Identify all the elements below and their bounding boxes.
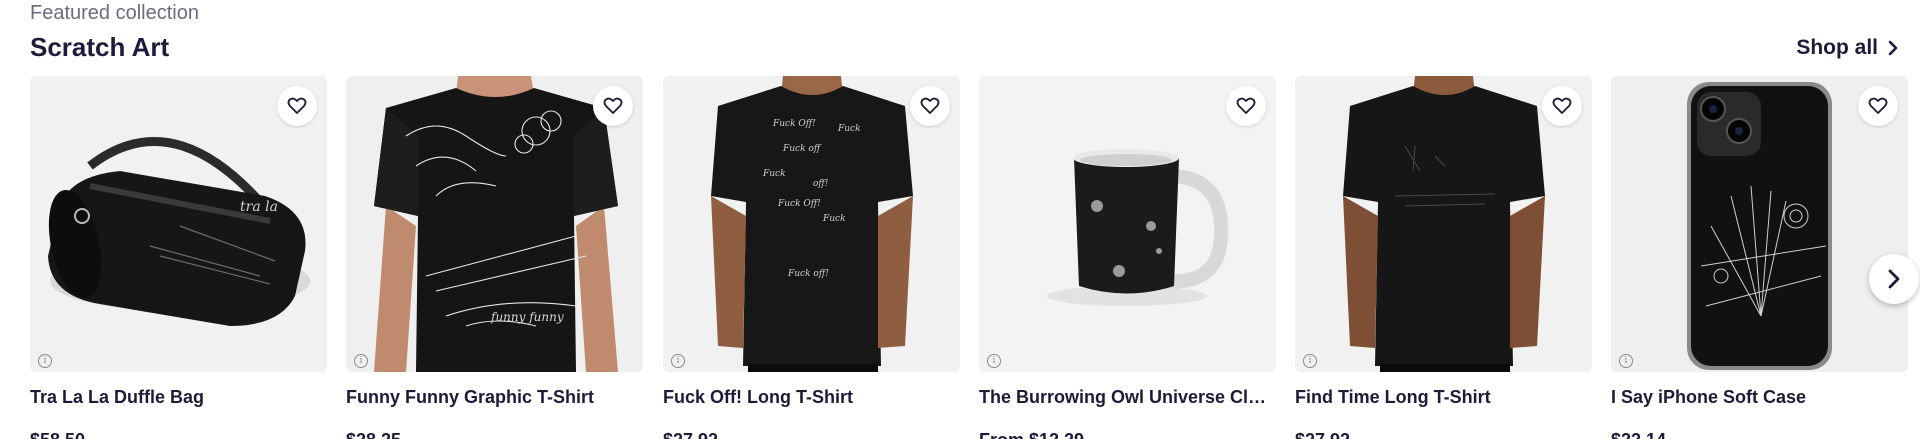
favorite-button[interactable]: [1226, 86, 1266, 126]
svg-text:off!: off!: [813, 179, 829, 189]
heart-icon: [1868, 97, 1888, 114]
product-name[interactable]: Fuck Off! Long T-Shirt: [663, 387, 960, 408]
favorite-button[interactable]: [1858, 86, 1898, 126]
product-name[interactable]: Tra La La Duffle Bag: [30, 387, 327, 408]
product-carousel: tra la i Tra La La Duffle Bag $58.50: [30, 76, 1920, 439]
info-icon[interactable]: i: [671, 354, 685, 368]
heart-icon: [920, 97, 940, 114]
product-price: $27.92: [1295, 430, 1350, 439]
featured-collection-eyebrow: Featured collection: [30, 2, 199, 24]
product-image[interactable]: funny funny i: [346, 76, 643, 372]
product-image[interactable]: i: [1295, 76, 1592, 372]
heart-icon: [287, 97, 307, 114]
shop-all-label: Shop all: [1796, 36, 1878, 59]
svg-text:funny funny: funny funny: [490, 310, 564, 324]
svg-text:Fuck Off!: Fuck Off!: [772, 119, 816, 129]
product-name[interactable]: I Say iPhone Soft Case: [1611, 387, 1908, 408]
info-icon[interactable]: i: [1303, 354, 1317, 368]
product-price: $22.14: [1611, 430, 1666, 439]
product-image[interactable]: tra la i: [30, 76, 327, 372]
heart-icon: [603, 97, 623, 114]
product-price: From $12.29: [979, 430, 1084, 439]
product-price: $58.50: [30, 430, 85, 439]
favorite-button[interactable]: [1542, 86, 1582, 126]
product-card[interactable]: i Find Time Long T-Shirt $27.92: [1295, 76, 1592, 439]
product-price: $27.92: [663, 430, 718, 439]
product-card[interactable]: i The Burrowing Owl Universe Clas... Fro…: [979, 76, 1276, 439]
product-image[interactable]: Fuck Off! Fuck Fuck off Fuck off! Fuck Off!…: [663, 76, 960, 372]
svg-text:tra la: tra la: [240, 199, 278, 215]
heart-icon: [1236, 97, 1256, 114]
product-card[interactable]: i I Say iPhone Soft Case $22.14: [1611, 76, 1908, 439]
svg-text:Fuck: Fuck: [822, 214, 846, 224]
svg-text:Fuck off: Fuck off: [782, 144, 822, 154]
product-price: $28.25: [346, 430, 401, 439]
info-icon[interactable]: i: [354, 354, 368, 368]
info-icon[interactable]: i: [1619, 354, 1633, 368]
favorite-button[interactable]: [593, 86, 633, 126]
info-icon[interactable]: i: [38, 354, 52, 368]
info-icon[interactable]: i: [987, 354, 1001, 368]
favorite-button[interactable]: [910, 86, 950, 126]
svg-text:Fuck: Fuck: [762, 169, 786, 179]
chevron-right-icon: [1888, 269, 1900, 289]
product-card[interactable]: Fuck Off! Fuck Fuck off Fuck off! Fuck Off!…: [663, 76, 960, 439]
product-card[interactable]: funny funny i Funny Funny Graphic T-Shir…: [346, 76, 643, 439]
product-image[interactable]: i: [1611, 76, 1908, 372]
product-name[interactable]: Find Time Long T-Shirt: [1295, 387, 1592, 408]
product-name[interactable]: The Burrowing Owl Universe Clas...: [979, 387, 1276, 408]
svg-text:Fuck Off!: Fuck Off!: [777, 199, 821, 209]
chevron-right-icon: [1888, 40, 1898, 56]
shop-all-link[interactable]: Shop all: [1796, 36, 1900, 60]
heart-icon: [1552, 97, 1572, 114]
carousel-next-button[interactable]: [1869, 254, 1919, 304]
svg-text:Fuck: Fuck: [837, 124, 861, 134]
favorite-button[interactable]: [277, 86, 317, 126]
svg-text:Fuck off!: Fuck off!: [787, 269, 829, 279]
product-name[interactable]: Funny Funny Graphic T-Shirt: [346, 387, 643, 408]
collection-title: Scratch Art: [30, 32, 170, 62]
product-card[interactable]: tra la i Tra La La Duffle Bag $58.50: [30, 76, 327, 439]
product-image[interactable]: i: [979, 76, 1276, 372]
